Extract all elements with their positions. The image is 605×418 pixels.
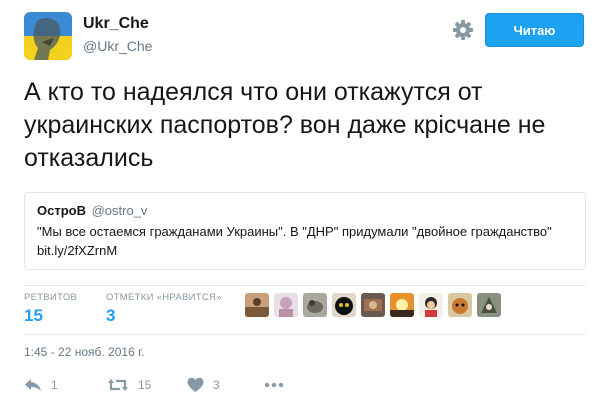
divider xyxy=(24,285,586,286)
gear-icon[interactable] xyxy=(452,19,474,41)
more-button[interactable] xyxy=(264,374,284,396)
reply-icon xyxy=(25,379,41,391)
retweet-count: 15 xyxy=(138,378,152,392)
author-handle[interactable]: @Ukr_Che xyxy=(83,38,152,54)
retweet-icon xyxy=(108,379,128,391)
quoted-tweet-text: "Мы все остаемся гражданами Украины". В … xyxy=(37,224,552,258)
quoted-tweet-card[interactable]: ОстроВ @ostro_v "Мы все остаемся граждан… xyxy=(24,192,586,270)
more-icon xyxy=(264,382,284,388)
divider xyxy=(24,334,586,335)
retweet-button[interactable]: 15 xyxy=(107,374,151,396)
quoted-author-name: ОстроВ xyxy=(37,203,86,218)
tweet-text: А кто то надеялся что они откажутся от у… xyxy=(24,78,546,172)
liker-avatar[interactable] xyxy=(448,293,472,317)
liker-avatar[interactable] xyxy=(245,293,269,317)
liker-avatar[interactable] xyxy=(419,293,443,317)
like-count: 3 xyxy=(213,378,220,392)
like-button[interactable]: 3 xyxy=(187,374,220,396)
author-display-name[interactable]: Ukr_Che xyxy=(83,15,149,33)
heart-icon xyxy=(187,377,204,392)
likes-value: 3 xyxy=(106,306,116,325)
liker-avatar[interactable] xyxy=(274,293,298,317)
author-avatar[interactable] xyxy=(24,12,72,60)
retweets-stat[interactable]: РЕТВИТОВ 15 xyxy=(24,292,77,326)
liker-avatar[interactable] xyxy=(332,293,356,317)
reply-count: 1 xyxy=(51,378,58,392)
tweet-timestamp[interactable]: 1:45 - 22 нояб. 2016 г. xyxy=(24,345,144,359)
quoted-author-handle: @ostro_v xyxy=(91,203,148,218)
liker-avatar[interactable] xyxy=(303,293,327,317)
retweets-value: 15 xyxy=(24,306,43,325)
likes-label: ОТМЕТКИ «НРАВИТСЯ» xyxy=(106,292,222,303)
liker-avatar[interactable] xyxy=(390,293,414,317)
liker-avatars xyxy=(245,293,506,317)
liker-avatar[interactable] xyxy=(361,293,385,317)
reply-button[interactable]: 1 xyxy=(24,374,58,396)
retweets-label: РЕТВИТОВ xyxy=(24,292,78,303)
liker-avatar[interactable] xyxy=(477,293,501,317)
following-button[interactable]: Читаю xyxy=(485,13,584,47)
ukraine-flag-avatar-icon xyxy=(24,12,72,60)
likes-stat[interactable]: ОТМЕТКИ «НРАВИТСЯ» 3 xyxy=(106,292,222,326)
